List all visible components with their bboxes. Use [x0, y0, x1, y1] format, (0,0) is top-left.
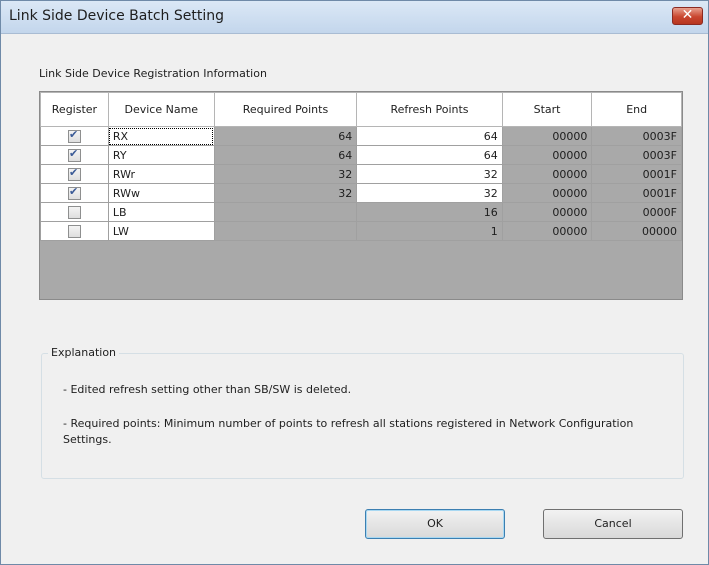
- register-checkbox[interactable]: [67, 205, 81, 219]
- col-header-register: Register: [40, 92, 109, 127]
- table-header-row: Register Device Name Required Points Ref…: [40, 92, 682, 127]
- end-cell: 0003F: [591, 145, 682, 165]
- device-name-cell[interactable]: RWr: [107, 164, 215, 184]
- register-cell[interactable]: [40, 164, 109, 184]
- start-cell: 00000: [501, 164, 593, 184]
- refresh-points-cell[interactable]: 32: [356, 164, 503, 184]
- device-table: Register Device Name Required Points Ref…: [40, 92, 682, 241]
- device-grid: Register Device Name Required Points Ref…: [39, 91, 683, 300]
- register-cell[interactable]: [40, 183, 109, 203]
- end-cell: 0001F: [591, 164, 682, 184]
- register-cell[interactable]: [40, 221, 109, 241]
- close-button[interactable]: ✕: [672, 7, 703, 25]
- title-bar[interactable]: Link Side Device Batch Setting ✕: [1, 1, 708, 34]
- explanation-group: Explanation - Edited refresh setting oth…: [41, 346, 684, 479]
- start-cell: 00000: [501, 145, 593, 165]
- required-points-cell: [213, 221, 358, 241]
- register-checkbox[interactable]: [67, 128, 81, 143]
- table-row: RY 64 64 00000 0003F: [40, 145, 682, 165]
- refresh-points-cell: 1: [356, 221, 503, 241]
- required-points-cell: [213, 202, 358, 222]
- cancel-button[interactable]: Cancel: [543, 509, 683, 539]
- section-label: Link Side Device Registration Informatio…: [39, 67, 267, 80]
- col-header-device-name: Device Name: [107, 92, 215, 127]
- device-name-cell[interactable]: RWw: [107, 183, 215, 203]
- table-row: LB 16 00000 0000F: [40, 202, 682, 222]
- required-points-cell: 32: [213, 183, 358, 203]
- end-cell: 0003F: [591, 126, 682, 146]
- register-checkbox[interactable]: [67, 147, 81, 162]
- start-cell: 00000: [501, 202, 593, 222]
- refresh-points-cell[interactable]: 64: [356, 145, 503, 165]
- col-header-refresh-points: Refresh Points: [356, 92, 503, 127]
- table-row: RWr 32 32 00000 0001F: [40, 164, 682, 184]
- register-checkbox[interactable]: [67, 185, 81, 200]
- col-header-start: Start: [501, 92, 593, 127]
- explanation-legend: Explanation: [48, 346, 120, 359]
- explanation-line-1: - Edited refresh setting other than SB/S…: [63, 383, 352, 396]
- register-checkbox[interactable]: [67, 166, 81, 181]
- required-points-cell: 64: [213, 126, 358, 146]
- register-cell[interactable]: [40, 126, 109, 146]
- refresh-points-cell: 16: [356, 202, 503, 222]
- start-cell: 00000: [501, 221, 593, 241]
- refresh-points-cell[interactable]: 32: [356, 183, 503, 203]
- device-name-cell[interactable]: RX: [107, 126, 215, 146]
- close-icon: ✕: [681, 7, 694, 23]
- register-checkbox[interactable]: [67, 224, 81, 238]
- device-name-cell[interactable]: LB: [107, 202, 215, 222]
- start-cell: 00000: [501, 183, 593, 203]
- ok-button[interactable]: OK: [365, 509, 505, 539]
- end-cell: 0001F: [591, 183, 682, 203]
- required-points-cell: 64: [213, 145, 358, 165]
- table-row: RWw 32 32 00000 0001F: [40, 183, 682, 203]
- window-title: Link Side Device Batch Setting: [9, 8, 224, 24]
- explanation-line-3: Settings.: [63, 433, 112, 446]
- refresh-points-cell[interactable]: 64: [356, 126, 503, 146]
- required-points-cell: 32: [213, 164, 358, 184]
- end-cell: 0000F: [591, 202, 682, 222]
- register-cell[interactable]: [40, 145, 109, 165]
- col-header-end: End: [591, 92, 682, 127]
- start-cell: 00000: [501, 126, 593, 146]
- end-cell: 00000: [591, 221, 682, 241]
- table-row: LW 1 00000 00000: [40, 221, 682, 241]
- device-name-cell[interactable]: LW: [107, 221, 215, 241]
- col-header-required-points: Required Points: [213, 92, 358, 127]
- device-name-cell[interactable]: RY: [107, 145, 215, 165]
- explanation-line-2: - Required points: Minimum number of poi…: [63, 417, 634, 430]
- dialog-window: Link Side Device Batch Setting ✕ Link Si…: [0, 0, 709, 565]
- table-row: RX 64 64 00000 0003F: [40, 126, 682, 146]
- register-cell[interactable]: [40, 202, 109, 222]
